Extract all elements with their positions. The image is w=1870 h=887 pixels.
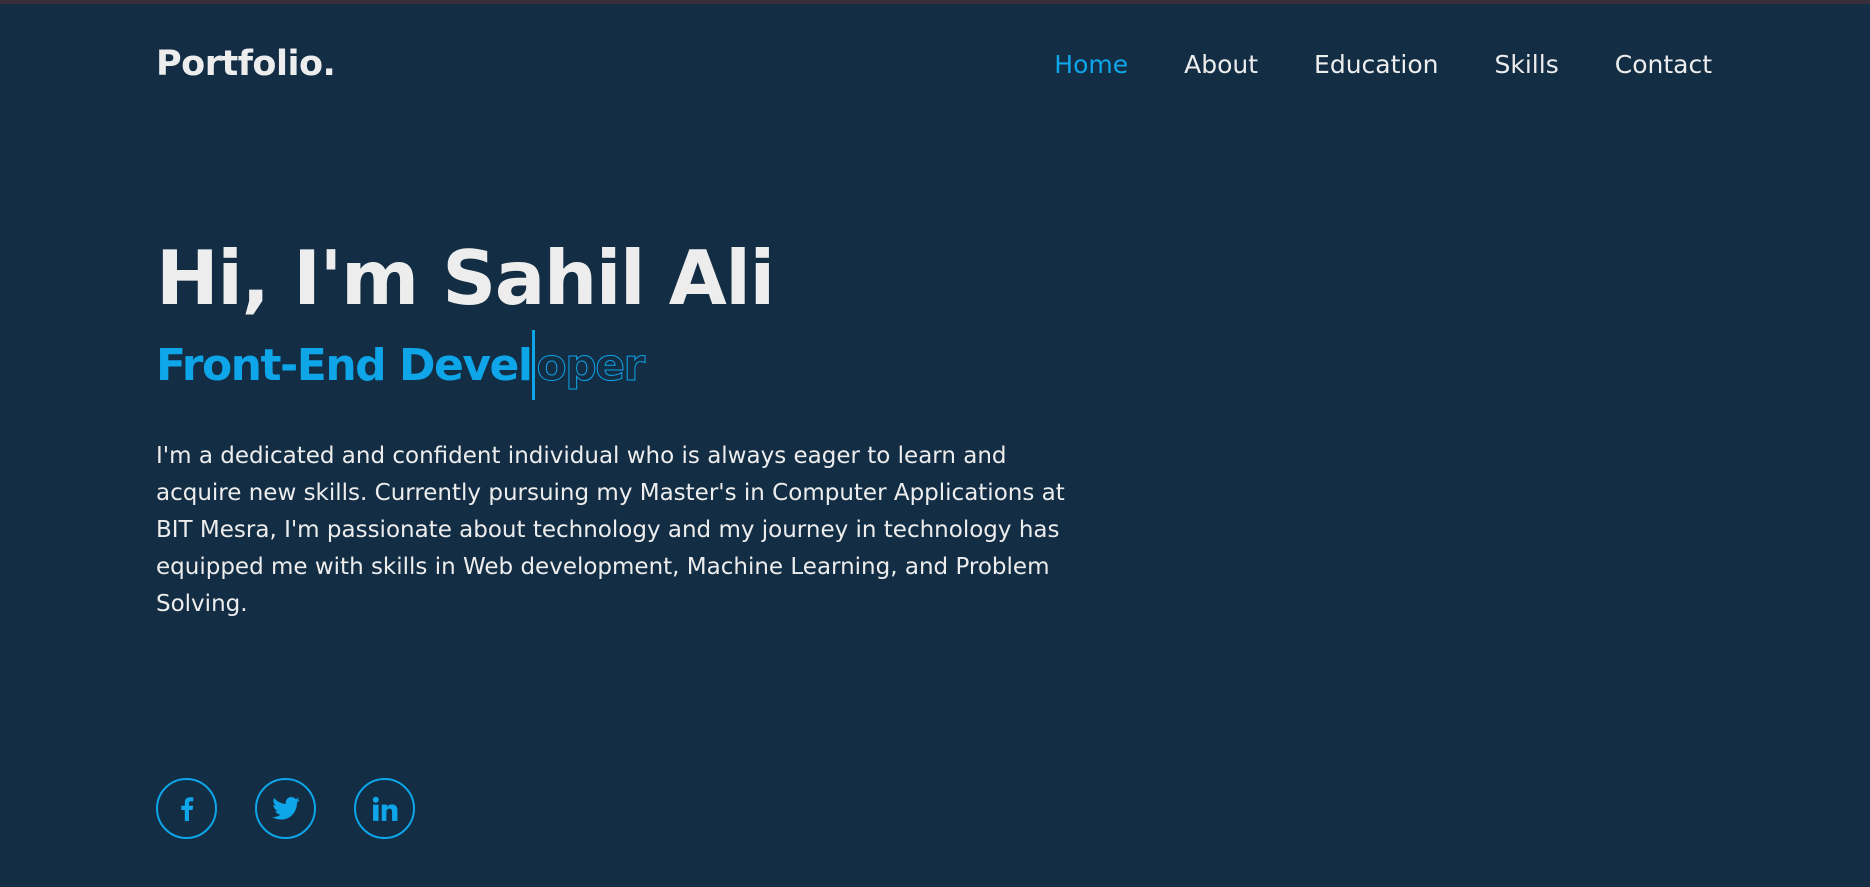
logo[interactable]: Portfolio. — [156, 44, 336, 84]
nav-contact[interactable]: Contact — [1615, 50, 1712, 79]
hero-section: Hi, I'm Sahil Ali Front-End Devel oper I… — [156, 232, 1076, 623]
facebook-link[interactable] — [156, 778, 217, 839]
intro-paragraph: I'm a dedicated and confident individual… — [156, 443, 1065, 617]
portfolio-page: Portfolio. Home About Education Skills C… — [0, 0, 1870, 887]
nav-home[interactable]: Home — [1054, 50, 1128, 79]
twitter-icon — [271, 797, 300, 820]
site-header: Portfolio. Home About Education Skills C… — [156, 36, 1712, 92]
facebook-icon — [180, 796, 194, 821]
social-links — [156, 778, 453, 839]
role-typewriter: Front-End Devel oper — [156, 328, 1076, 402]
hero-title: Hi, I'm Sahil Ali — [156, 234, 775, 322]
twitter-link[interactable] — [255, 778, 316, 839]
linkedin-icon — [372, 796, 398, 822]
nav-education[interactable]: Education — [1314, 50, 1438, 79]
role-remaining-text: oper — [536, 339, 646, 391]
nav-skills[interactable]: Skills — [1495, 50, 1559, 79]
nav-about[interactable]: About — [1184, 50, 1258, 79]
main-nav: Home About Education Skills Contact — [1054, 50, 1712, 79]
role-typed-text: Front-End Devel — [156, 339, 533, 391]
linkedin-link[interactable] — [354, 778, 415, 839]
typing-cursor — [532, 330, 536, 400]
browser-top-strip — [0, 0, 1870, 4]
